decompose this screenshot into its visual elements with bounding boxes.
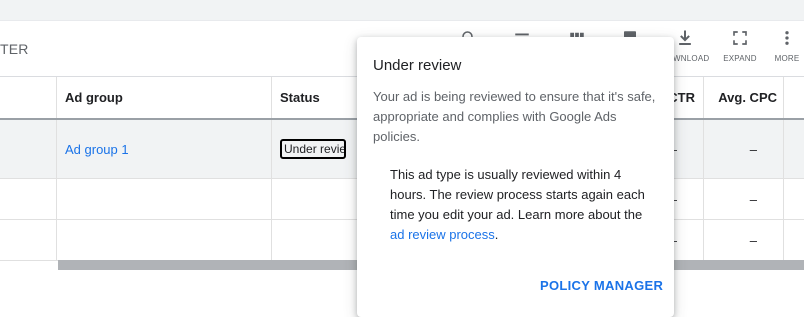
policy-manager-button[interactable]: POLICY MANAGER [540, 278, 663, 293]
download-icon [674, 27, 696, 49]
avg-cpc-cell: – [704, 220, 784, 260]
ad-group-cell [57, 179, 272, 219]
row-cell-blank [0, 220, 57, 260]
avg-cpc-value: – [749, 141, 757, 157]
header-avg-cpc-label: Avg. CPC [718, 90, 777, 105]
expand-label: EXPAND [723, 54, 757, 63]
header-status-label: Status [280, 90, 320, 105]
header-cell-blank [0, 77, 57, 118]
header-ad-group-label: Ad group [65, 90, 123, 105]
popup-note-text: This ad type is usually reviewed within … [390, 167, 645, 222]
filter-label[interactable]: TER [0, 41, 29, 57]
ad-group-cell: Ad group 1 [57, 120, 272, 178]
row-cell-blank [0, 120, 57, 178]
avg-cpc-value: – [749, 191, 757, 207]
popup-title: Under review [373, 57, 462, 74]
popup-note-end: . [494, 227, 499, 242]
more-button[interactable]: MORE [759, 27, 804, 71]
popup-note: This ad type is usually reviewed within … [390, 165, 658, 245]
fullscreen-icon [729, 27, 751, 49]
avg-cpc-value: – [749, 232, 757, 248]
ad-group-link[interactable]: Ad group 1 [65, 142, 129, 157]
header-avg-cpc[interactable]: Avg. CPC [704, 77, 784, 118]
more-vert-icon [776, 27, 798, 49]
under-review-popup: Under review Your ad is being reviewed t… [357, 37, 674, 317]
status-under-review[interactable]: Under review [280, 139, 346, 159]
avg-cpc-cell: – [704, 179, 784, 219]
avg-cpc-cell: – [704, 120, 784, 178]
more-label: MORE [774, 54, 800, 63]
header-ad-group[interactable]: Ad group [57, 77, 272, 118]
ad-review-process-link[interactable]: ad review process [390, 227, 495, 242]
top-strip [0, 0, 804, 21]
popup-description: Your ad is being reviewed to ensure that… [373, 89, 656, 144]
row-cell-blank [0, 179, 57, 219]
ad-group-cell [57, 220, 272, 260]
